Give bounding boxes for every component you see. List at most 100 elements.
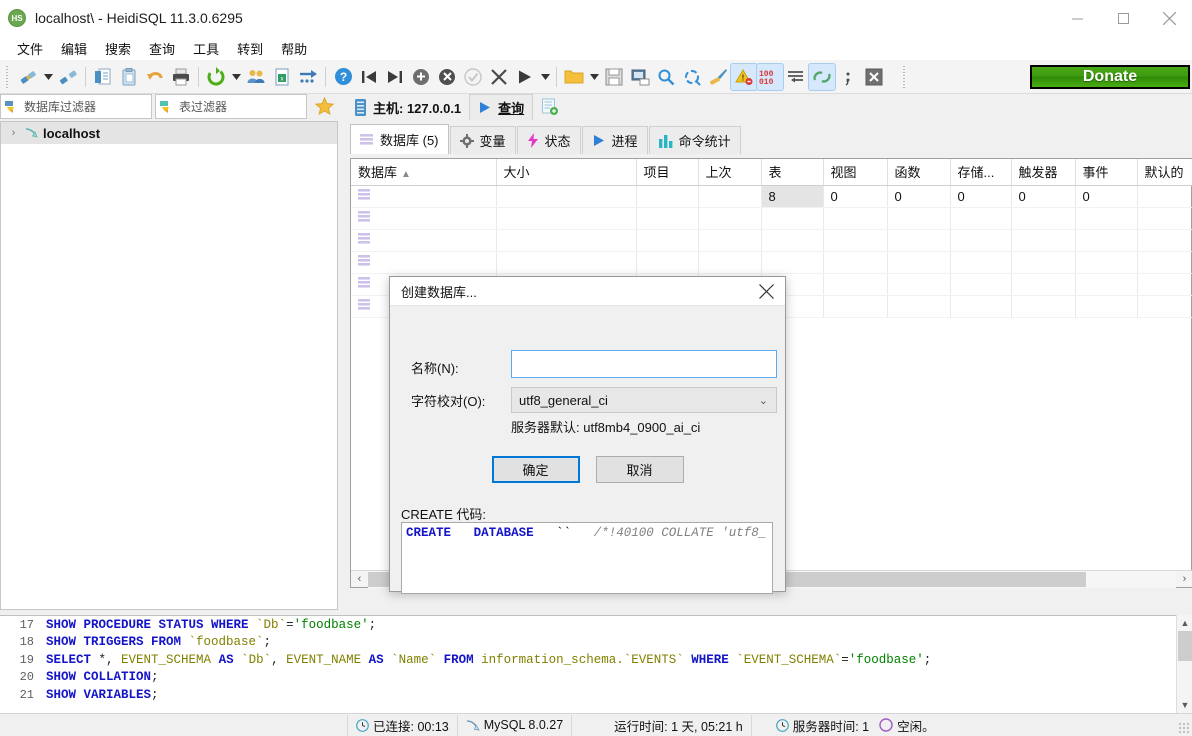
column-header-views[interactable]: 视图 xyxy=(823,159,888,186)
disconnect-icon[interactable] xyxy=(55,64,81,90)
cell-events[interactable] xyxy=(1075,273,1138,296)
cell-functions[interactable] xyxy=(887,207,951,230)
new-query-icon[interactable] xyxy=(90,64,116,90)
scroll-thumb[interactable] xyxy=(1178,631,1192,661)
refresh-dropdown-arrow[interactable] xyxy=(229,64,243,90)
tree-node-localhost[interactable]: › localhost xyxy=(1,122,337,144)
save-icon[interactable] xyxy=(601,64,627,90)
refresh-icon[interactable] xyxy=(203,64,229,90)
cell-functions[interactable] xyxy=(887,251,951,274)
menu-tools[interactable]: 工具 xyxy=(184,37,228,60)
connect-icon[interactable] xyxy=(15,64,41,90)
stop-icon[interactable] xyxy=(861,64,887,90)
cell-default[interactable] xyxy=(1137,229,1192,252)
cell-views[interactable] xyxy=(823,295,888,318)
minimize-button[interactable] xyxy=(1054,0,1100,36)
cell-triggers[interactable]: 0 xyxy=(1011,185,1076,208)
users-icon[interactable] xyxy=(243,64,269,90)
new-query-tab-icon[interactable] xyxy=(537,95,563,119)
cell-items[interactable] xyxy=(636,251,699,274)
cell-events[interactable] xyxy=(1075,251,1138,274)
connect-dropdown-arrow[interactable] xyxy=(41,64,55,90)
cell-events[interactable]: 0 xyxy=(1075,185,1138,208)
table-row[interactable]: 8 0 0 0 0 0 xyxy=(351,185,1192,208)
scroll-right-icon[interactable]: › xyxy=(1176,571,1192,588)
scroll-up-icon[interactable]: ▲ xyxy=(1177,615,1192,631)
menu-search[interactable]: 搜索 xyxy=(96,37,140,60)
import-icon[interactable] xyxy=(295,64,321,90)
tab-status[interactable]: 状态 xyxy=(516,126,581,154)
tab-query[interactable]: 查询 xyxy=(469,94,534,120)
cell-last[interactable] xyxy=(698,229,762,252)
column-header-last[interactable]: 上次 xyxy=(698,159,762,186)
cell-views[interactable] xyxy=(823,229,888,252)
paste-icon[interactable] xyxy=(116,64,142,90)
cell-database[interactable] xyxy=(351,251,497,274)
column-header-events[interactable]: 事件 xyxy=(1075,159,1138,186)
undo-icon[interactable] xyxy=(142,64,168,90)
column-header-procedures[interactable]: 存储... xyxy=(950,159,1012,186)
cell-last[interactable] xyxy=(698,207,762,230)
help-icon[interactable]: ? xyxy=(330,64,356,90)
save-as-icon[interactable] xyxy=(627,64,653,90)
tab-variables[interactable]: 变量 xyxy=(449,126,516,154)
run-dropdown-arrow[interactable] xyxy=(538,64,552,90)
cell-database[interactable] xyxy=(351,185,497,208)
create-code-preview[interactable]: CREATE DATABASE `` /*!40100 COLLATE 'utf… xyxy=(401,522,773,594)
tab-host[interactable]: 主机: 127.0.0.1 xyxy=(350,94,469,120)
cell-views[interactable] xyxy=(823,207,888,230)
open-dropdown-arrow[interactable] xyxy=(587,64,601,90)
cancel-edit-icon[interactable] xyxy=(486,64,512,90)
delete-row-icon[interactable] xyxy=(434,64,460,90)
run-query-icon[interactable] xyxy=(512,64,538,90)
donate-toolbar-grip[interactable] xyxy=(901,65,909,88)
session-tree[interactable]: › localhost xyxy=(0,121,338,610)
export-grid-icon[interactable]: x xyxy=(269,64,295,90)
cell-default[interactable] xyxy=(1137,185,1192,208)
cell-triggers[interactable] xyxy=(1011,207,1076,230)
run-selection-icon[interactable] xyxy=(808,62,836,91)
cell-default[interactable] xyxy=(1137,251,1192,274)
word-wrap-icon[interactable] xyxy=(783,64,809,90)
ok-button[interactable]: 确定 xyxy=(491,456,580,483)
cell-procedures[interactable] xyxy=(950,273,1012,296)
cell-default[interactable] xyxy=(1137,295,1192,318)
table-row[interactable] xyxy=(351,229,1192,252)
cell-size[interactable] xyxy=(496,185,637,208)
cell-database[interactable] xyxy=(351,229,497,252)
last-record-icon[interactable] xyxy=(382,64,408,90)
menu-help[interactable]: 帮助 xyxy=(272,37,316,60)
cell-items[interactable] xyxy=(636,229,699,252)
cell-triggers[interactable] xyxy=(1011,251,1076,274)
cell-views[interactable]: 0 xyxy=(823,185,888,208)
tab-processes[interactable]: 进程 xyxy=(581,126,648,154)
toolbar-grip[interactable] xyxy=(4,65,12,88)
column-header-database[interactable]: 数据库 ▲ xyxy=(351,159,497,186)
column-header-functions[interactable]: 函数 xyxy=(887,159,951,186)
column-header-items[interactable]: 项目 xyxy=(636,159,699,186)
cell-triggers[interactable] xyxy=(1011,273,1076,296)
format-sql-icon[interactable] xyxy=(705,64,731,90)
database-name-input[interactable] xyxy=(511,350,777,378)
favorites-star-icon[interactable] xyxy=(310,94,338,119)
cell-default[interactable] xyxy=(1137,207,1192,230)
scroll-down-icon[interactable]: ▼ xyxy=(1177,697,1192,713)
warning-icon[interactable]: ! xyxy=(730,62,758,91)
cell-procedures[interactable] xyxy=(950,295,1012,318)
cell-triggers[interactable] xyxy=(1011,295,1076,318)
table-filter-input[interactable]: 表过滤器 xyxy=(155,94,307,119)
cell-size[interactable] xyxy=(496,229,637,252)
find-icon[interactable] xyxy=(653,64,679,90)
cell-views[interactable] xyxy=(823,273,888,296)
menu-file[interactable]: 文件 xyxy=(8,37,52,60)
print-icon[interactable] xyxy=(168,64,194,90)
cell-default[interactable] xyxy=(1137,273,1192,296)
log-vertical-scrollbar[interactable]: ▲ ▼ xyxy=(1176,615,1192,713)
cell-procedures[interactable] xyxy=(950,229,1012,252)
cell-functions[interactable] xyxy=(887,229,951,252)
column-header-triggers[interactable]: 触发器 xyxy=(1011,159,1076,186)
cell-views[interactable] xyxy=(823,251,888,274)
cell-functions[interactable] xyxy=(887,295,951,318)
vertical-splitter[interactable] xyxy=(338,94,350,610)
cell-procedures[interactable]: 0 xyxy=(950,185,1012,208)
